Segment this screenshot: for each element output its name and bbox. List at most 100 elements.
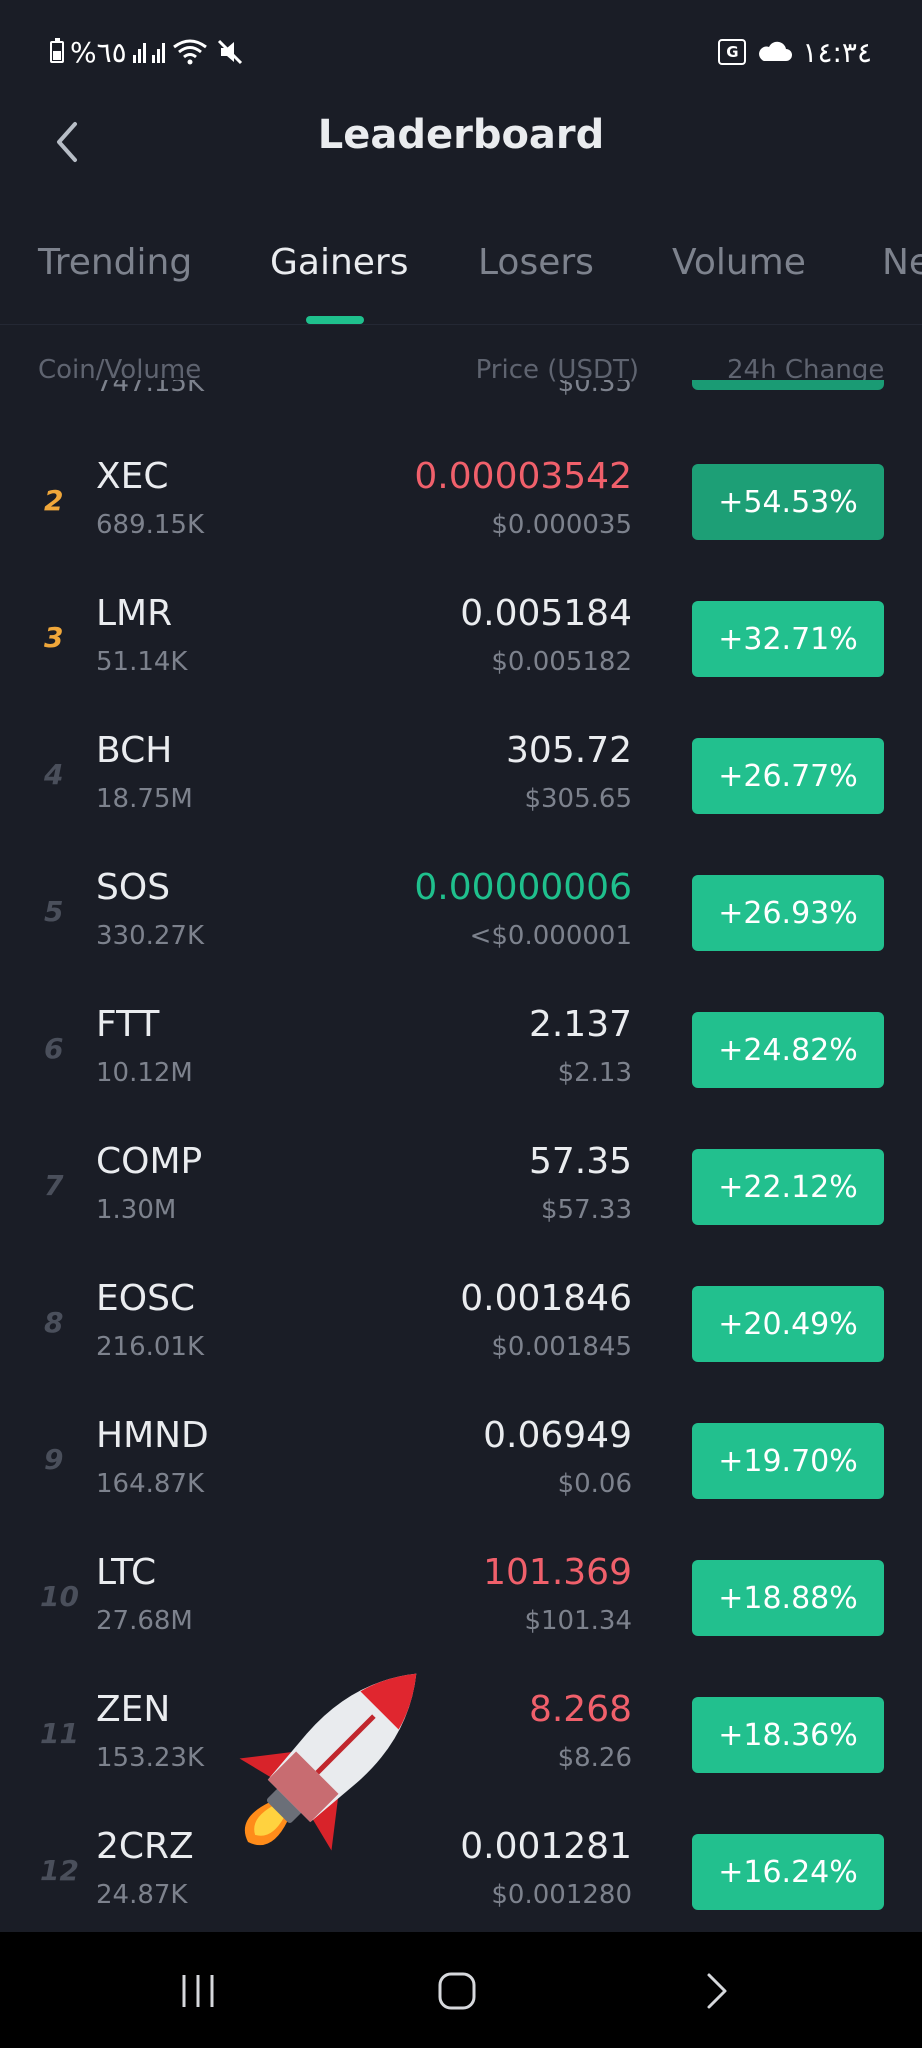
coin-volume: 216.01K	[96, 1332, 205, 1362]
coin-name: FTT	[96, 1004, 160, 1045]
last-price: 57.35	[528, 1141, 632, 1182]
nav-recents-button[interactable]	[168, 1966, 228, 2016]
list-item[interactable]: 3 LMR 51.14K 0.005184 $0.005182 +32.71%	[0, 577, 922, 714]
usd-price: $0.35	[557, 380, 632, 398]
rank-number: 9	[44, 1443, 64, 1476]
list-item[interactable]: 6 FTT 10.12M 2.137 $2.13 +24.82%	[0, 988, 922, 1125]
last-price: 0.00000006	[414, 867, 632, 908]
coin-name: COMP	[96, 1141, 203, 1182]
change-badge[interactable]: +18.36%	[692, 1697, 884, 1773]
change-badge[interactable]: +54.53%	[692, 464, 884, 540]
usd-price: $0.001845	[491, 1332, 632, 1362]
usd-price: $2.13	[557, 1058, 632, 1088]
usd-price: $0.001280	[491, 1880, 632, 1910]
tab-gainers[interactable]: Gainers	[270, 242, 408, 283]
list-item[interactable]: 4 BCH 18.75M 305.72 $305.65 +26.77%	[0, 714, 922, 851]
coin-name: LMR	[96, 593, 173, 634]
coin-volume: 689.15K	[96, 510, 205, 540]
list-item-partial[interactable]: 747.15K $0.35	[0, 380, 922, 410]
active-tab-indicator	[306, 316, 364, 324]
battery-icon	[50, 38, 64, 63]
coin-volume: 164.87K	[96, 1469, 205, 1499]
battery-percent: %٦٥	[70, 35, 127, 69]
tab-trending[interactable]: Trending	[38, 242, 192, 283]
usd-price: $57.33	[541, 1195, 632, 1225]
list-item[interactable]: 2 XEC 689.15K 0.00003542 $0.000035 +54.5…	[0, 440, 922, 577]
coin-volume: 10.12M	[96, 1058, 193, 1088]
translate-icon: G	[718, 39, 747, 65]
status-left: %٦٥	[50, 32, 245, 72]
last-price: 0.001281	[460, 1826, 632, 1867]
change-badge[interactable]: +19.70%	[692, 1423, 884, 1499]
list-item[interactable]: 9 HMND 164.87K 0.06949 $0.06 +19.70%	[0, 1399, 922, 1536]
tab-new[interactable]: Ne	[882, 242, 922, 283]
list-item[interactable]: 5 SOS 330.27K 0.00000006 <$0.000001 +26.…	[0, 851, 922, 988]
coin-volume: 27.68M	[96, 1606, 193, 1636]
coin-volume: 330.27K	[96, 921, 205, 951]
nav-back-button[interactable]	[686, 1966, 746, 2016]
rank-number: 10	[40, 1580, 79, 1613]
page-title: Leaderboard	[317, 112, 605, 158]
system-nav-bar	[0, 1932, 922, 2048]
rank-number: 3	[44, 621, 64, 654]
usd-price: $305.65	[524, 784, 632, 814]
coin-name: LTC	[96, 1552, 157, 1593]
last-price: 0.001846	[460, 1278, 632, 1319]
list-item[interactable]: 7 COMP 1.30M 57.35 $57.33 +22.12%	[0, 1125, 922, 1262]
coin-volume: 18.75M	[96, 784, 193, 814]
list-item[interactable]: 8 EOSC 216.01K 0.001846 $0.001845 +20.49…	[0, 1262, 922, 1399]
rank-number: 8	[44, 1306, 64, 1339]
coin-name: XEC	[96, 456, 169, 497]
coin-volume: 24.87K	[96, 1880, 188, 1910]
usd-price: $0.06	[557, 1469, 632, 1499]
rank-number: 12	[40, 1854, 79, 1887]
coin-volume: 51.14K	[96, 647, 188, 677]
last-price: 2.137	[528, 1004, 632, 1045]
signal-icon	[132, 41, 146, 63]
list-item[interactable]: 12 2CRZ 24.87K 0.001281 $0.001280 +16.24…	[0, 1810, 922, 1947]
usd-price: $101.34	[524, 1606, 632, 1636]
list-item[interactable]: 10 LTC 27.68M 101.369 $101.34 +18.88%	[0, 1536, 922, 1673]
change-badge[interactable]: +24.82%	[692, 1012, 884, 1088]
change-badge[interactable]: +16.24%	[692, 1834, 884, 1910]
last-price: 0.06949	[483, 1415, 632, 1456]
recents-icon	[182, 1975, 214, 2007]
last-price: 101.369	[483, 1552, 632, 1593]
rank-number: 5	[44, 895, 64, 928]
last-price: 8.268	[528, 1689, 632, 1730]
coin-name: EOSC	[96, 1278, 196, 1319]
change-badge[interactable]: +26.77%	[692, 738, 884, 814]
change-badge[interactable]: +22.12%	[692, 1149, 884, 1225]
rank-number: 11	[40, 1717, 79, 1750]
change-badge[interactable]: +26.93%	[692, 875, 884, 951]
last-price: 0.005184	[460, 593, 632, 634]
rank-number: 6	[44, 1032, 64, 1065]
chevron-right-icon	[707, 1973, 727, 2009]
last-price: 0.00003542	[414, 456, 632, 497]
rocket-icon[interactable]	[210, 1630, 460, 1880]
usd-price: $0.005182	[491, 647, 632, 677]
coin-name: BCH	[96, 730, 173, 771]
tab-losers[interactable]: Losers	[478, 242, 594, 283]
cloud-icon	[759, 41, 793, 61]
status-right: G ١٤:٣٤	[718, 32, 872, 72]
header: Leaderboard	[0, 100, 922, 180]
coin-name: SOS	[96, 867, 171, 908]
change-badge[interactable]: +18.88%	[692, 1560, 884, 1636]
nav-home-button[interactable]	[427, 1966, 487, 2016]
usd-price: $0.000035	[491, 510, 632, 540]
rank-number: 7	[44, 1169, 64, 1202]
tab-volume[interactable]: Volume	[672, 242, 806, 283]
coin-name: ZEN	[96, 1689, 171, 1730]
list-item[interactable]: 11 ZEN 153.23K 8.268 $8.26 +18.36%	[0, 1673, 922, 1810]
coin-name: HMND	[96, 1415, 209, 1456]
coin-volume: 1.30M	[96, 1195, 177, 1225]
change-badge[interactable]: +20.49%	[692, 1286, 884, 1362]
rank-number: 2	[44, 484, 64, 517]
rank-number: 4	[44, 758, 64, 791]
clock: ١٤:٣٤	[802, 35, 872, 69]
usd-price: $8.26	[557, 1743, 632, 1773]
change-badge[interactable]: +32.71%	[692, 601, 884, 677]
mute-icon	[217, 39, 242, 65]
signal-icon-2	[151, 41, 165, 63]
